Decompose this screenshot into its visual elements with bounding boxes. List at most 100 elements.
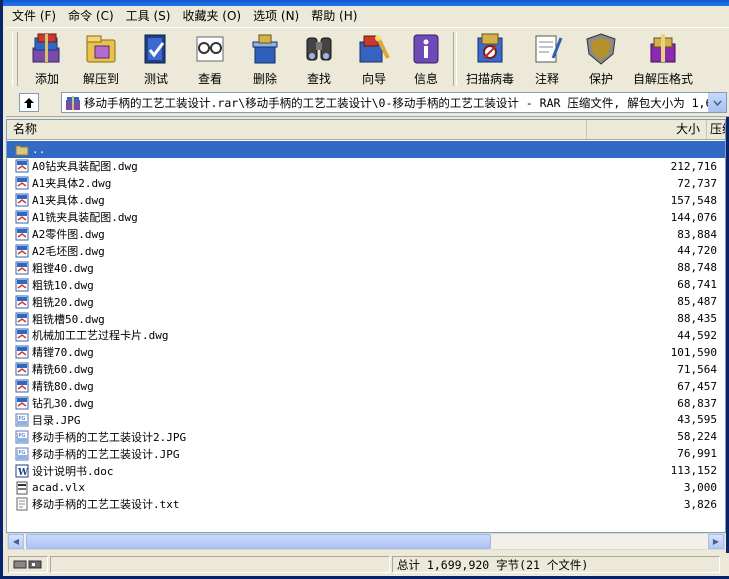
sfx-button[interactable]: 自解压格式 [628, 28, 698, 88]
dwg-file-icon [15, 193, 29, 207]
file-row[interactable]: JPG 目录.JPG 43,595 [7, 411, 725, 428]
find-label: 查找 [306, 72, 331, 86]
file-row[interactable]: 移动手柄的工艺工装设计.txt 3,826 [7, 496, 725, 513]
extract-to-button[interactable]: 解压到 [72, 28, 130, 88]
dwg-file-icon [15, 312, 29, 326]
parent-folder-row[interactable]: .. [7, 141, 725, 158]
file-row[interactable]: A1铣夹具装配图.dwg 144,076 [7, 209, 725, 226]
svg-text:JPG: JPG [16, 450, 25, 456]
file-name: 机械加工工艺过程卡片.dwg [32, 329, 169, 343]
menu-options[interactable]: 选项 (N) [247, 7, 305, 26]
file-name: A2零件图.dwg [32, 228, 105, 241]
dwg-file-icon [15, 295, 29, 309]
file-size: 3,826 [683, 497, 717, 511]
scroll-thumb[interactable] [26, 534, 491, 549]
menu-favorites[interactable]: 收藏夹 (O) [176, 7, 247, 26]
total-summary: 总计 1,699,920 字节(21 个文件) [397, 557, 589, 572]
file-size: 44,720 [677, 244, 717, 258]
sfx-label: 自解压格式 [632, 72, 693, 86]
virus-scan-button[interactable]: 扫描病毒 [460, 28, 520, 88]
file-size: 58,224 [677, 430, 717, 444]
toolbar-grip[interactable] [12, 32, 18, 86]
file-name: 移动手柄的工艺工装设计2.JPG [32, 430, 187, 444]
file-name: 粗铣槽50.dwg [32, 312, 105, 326]
file-name: 粗铣10.dwg [32, 278, 94, 292]
file-row[interactable]: acad.vlx 3,000 [7, 479, 725, 496]
file-name: A1夹具体.dwg [32, 194, 105, 208]
add-label: 添加 [34, 72, 59, 86]
protect-shield-icon [582, 31, 620, 67]
wizard-button[interactable]: 向导 [346, 28, 402, 88]
file-row[interactable]: A2毛坯图.dwg 44,720 [7, 242, 725, 259]
menu-commands[interactable]: 命令 (C) [62, 7, 120, 26]
file-name: acad.vlx [32, 481, 85, 494]
file-row[interactable]: 钻孔30.dwg 68,837 [7, 395, 725, 412]
file-row[interactable]: 机械加工工艺过程卡片.dwg 44,592 [7, 327, 725, 344]
file-size: 157,548 [670, 193, 717, 207]
horizontal-scrollbar[interactable]: ◀ ▶ [7, 533, 725, 550]
delete-label: 删除 [252, 72, 277, 86]
dwg-file-icon [15, 227, 29, 241]
add-archive-icon [28, 31, 66, 67]
column-size-header[interactable]: 大小 [587, 120, 707, 139]
menu-tools[interactable]: 工具 (S) [120, 7, 177, 26]
status-right: 总计 1,699,920 字节(21 个文件) [392, 556, 720, 573]
dwg-file-icon [15, 379, 29, 393]
file-size: 88,748 [677, 261, 717, 275]
menu-file[interactable]: 文件 (F) [6, 7, 62, 26]
column-name-header[interactable]: 名称 [7, 120, 587, 139]
dwg-file-icon [15, 345, 29, 359]
file-row[interactable]: JPG 移动手柄的工艺工装设计.JPG 76,991 [7, 445, 725, 462]
protect-button[interactable]: 保护 [574, 28, 628, 88]
file-row[interactable]: 精镗70.dwg 101,590 [7, 344, 725, 361]
file-row[interactable]: A2零件图.dwg 83,884 [7, 226, 725, 243]
file-size: 101,590 [670, 345, 717, 359]
wizard-icon [355, 31, 393, 67]
file-name: A1夹具体2.dwg [32, 177, 112, 191]
file-size: 85,487 [677, 295, 717, 309]
drive-icon[interactable] [13, 559, 43, 570]
jpg-file-icon: JPG [15, 413, 29, 427]
sfx-icon [644, 31, 682, 67]
file-row[interactable]: 粗铣槽50.dwg 88,435 [7, 310, 725, 327]
file-size: 71,564 [677, 362, 717, 376]
text-file-icon [15, 497, 29, 511]
info-icon [407, 31, 445, 67]
file-row[interactable]: 精铣80.dwg 67,457 [7, 378, 725, 395]
test-button[interactable]: 测试 [130, 28, 182, 88]
file-row[interactable]: A0钻夹具装配图.dwg 212,716 [7, 158, 725, 175]
up-arrow-icon [24, 97, 34, 108]
file-name: A0钻夹具装配图.dwg [32, 160, 138, 174]
file-row[interactable]: 粗铣20.dwg 85,487 [7, 293, 725, 310]
menu-help[interactable]: 帮助 (H) [305, 7, 363, 26]
file-row[interactable]: A1夹具体.dwg 157,548 [7, 192, 725, 209]
file-row[interactable]: 粗镗40.dwg 88,748 [7, 259, 725, 276]
add-button[interactable]: 添加 [22, 28, 72, 88]
comment-button[interactable]: 注释 [520, 28, 574, 88]
virus-scan-label: 扫描病毒 [465, 72, 514, 86]
file-size: 44,592 [677, 328, 717, 342]
file-row[interactable]: JPG 移动手柄的工艺工装设计2.JPG 58,224 [7, 428, 725, 445]
file-row[interactable]: W 设计说明书.doc 113,152 [7, 462, 725, 479]
column-packed-header[interactable]: 压缩 [707, 120, 725, 139]
delete-button[interactable]: 删除 [238, 28, 292, 88]
file-name: 精镗70.dwg [32, 346, 94, 360]
path-dropdown-button[interactable] [708, 93, 726, 112]
extract-to-label: 解压到 [82, 72, 119, 86]
dwg-file-icon [15, 210, 29, 224]
file-row[interactable]: 精铣60.dwg 71,564 [7, 361, 725, 378]
file-list[interactable]: 名称 大小 压缩 .. A0钻夹具装配图.dwg 212,716 A1夹具体2.dwg… [6, 119, 726, 533]
up-folder-button[interactable] [19, 93, 39, 112]
info-label: 信息 [413, 72, 438, 86]
find-button[interactable]: 查找 [292, 28, 346, 88]
menu-bar: 文件 (F) 命令 (C) 工具 (S) 收藏夹 (O) 选项 (N) 帮助 (… [6, 6, 729, 27]
scroll-right-button[interactable]: ▶ [708, 534, 724, 549]
file-row[interactable]: A1夹具体2.dwg 72,737 [7, 175, 725, 192]
view-button[interactable]: 查看 [182, 28, 238, 88]
scroll-left-button[interactable]: ◀ [8, 534, 24, 549]
path-combo[interactable]: 移动手柄的工艺工装设计.rar\移动手柄的工艺工装设计\0-移动手柄的工艺工装设… [61, 92, 727, 113]
address-bar: 移动手柄的工艺工装设计.rar\移动手柄的工艺工装设计\0-移动手柄的工艺工装设… [6, 89, 729, 117]
view-file-icon [191, 31, 229, 67]
file-row[interactable]: 粗铣10.dwg 68,741 [7, 276, 725, 293]
info-button[interactable]: 信息 [402, 28, 450, 88]
